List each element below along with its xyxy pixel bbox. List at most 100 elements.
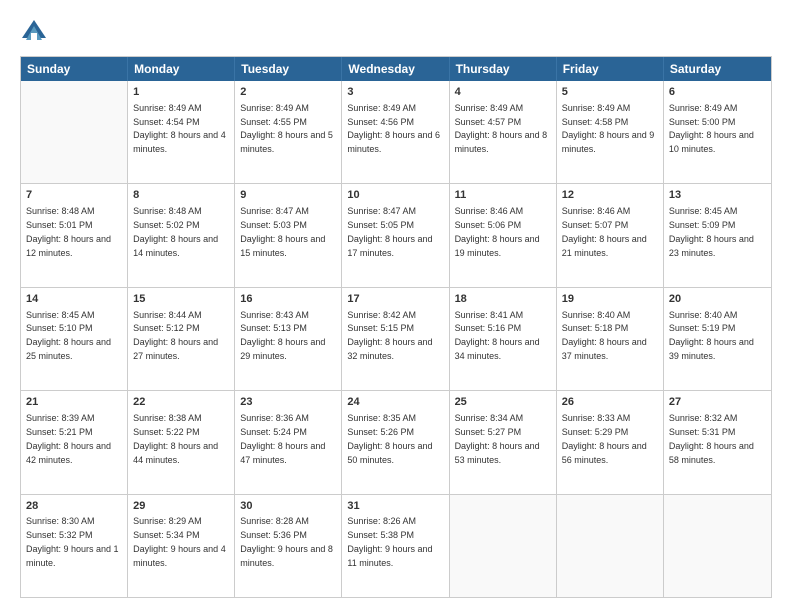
day-number: 25 [455,395,551,410]
calendar-cell: 5Sunrise: 8:49 AMSunset: 4:58 PMDaylight… [557,81,664,183]
cell-info: Sunrise: 8:48 AMSunset: 5:01 PMDaylight:… [26,206,111,257]
cell-info: Sunrise: 8:29 AMSunset: 5:34 PMDaylight:… [133,516,226,567]
day-number: 12 [562,188,658,203]
cell-info: Sunrise: 8:45 AMSunset: 5:09 PMDaylight:… [669,206,754,257]
calendar-header: SundayMondayTuesdayWednesdayThursdayFrid… [21,57,771,81]
cell-info: Sunrise: 8:49 AMSunset: 4:57 PMDaylight:… [455,103,548,154]
day-header: Sunday [21,57,128,81]
day-number: 10 [347,188,443,203]
day-number: 9 [240,188,336,203]
cell-info: Sunrise: 8:49 AMSunset: 5:00 PMDaylight:… [669,103,754,154]
day-number: 2 [240,85,336,100]
cell-info: Sunrise: 8:46 AMSunset: 5:07 PMDaylight:… [562,206,647,257]
calendar-cell: 22 Sunrise: 8:38 AMSunset: 5:22 PMDayligh… [128,391,235,493]
day-number: 27 [669,395,766,410]
calendar-cell: 1Sunrise: 8:49 AMSunset: 4:54 PMDaylight… [128,81,235,183]
cell-info: Sunrise: 8:39 AMSunset: 5:21 PMDaylight:… [26,413,111,464]
day-header: Monday [128,57,235,81]
day-number: 24 [347,395,443,410]
day-header: Saturday [664,57,771,81]
cell-info: Sunrise: 8:38 AMSunset: 5:22 PMDaylight:… [133,413,218,464]
calendar-cell [21,81,128,183]
day-number: 4 [455,85,551,100]
day-number: 20 [669,292,766,307]
cell-info: Sunrise: 8:47 AMSunset: 5:03 PMDaylight:… [240,206,325,257]
calendar-cell: 21Sunrise: 8:39 AMSunset: 5:21 PMDayligh… [21,391,128,493]
calendar-week-row: 7Sunrise: 8:48 AMSunset: 5:01 PMDaylight… [21,183,771,286]
day-header: Wednesday [342,57,449,81]
logo [20,18,52,46]
calendar-cell: 29 Sunrise: 8:29 AMSunset: 5:34 PMDayligh… [128,495,235,597]
calendar-cell: 31Sunrise: 8:26 AMSunset: 5:38 PMDayligh… [342,495,449,597]
calendar-week-row: 1Sunrise: 8:49 AMSunset: 4:54 PMDaylight… [21,81,771,183]
cell-info: Sunrise: 8:42 AMSunset: 5:15 PMDaylight:… [347,310,432,361]
calendar-cell: 23 Sunrise: 8:36 AMSunset: 5:24 PMDayligh… [235,391,342,493]
calendar-cell: 18 Sunrise: 8:41 AMSunset: 5:16 PMDayligh… [450,288,557,390]
day-number: 13 [669,188,766,203]
day-number: 18 [455,292,551,307]
day-number: 8 [133,188,229,203]
cell-info: Sunrise: 8:49 AMSunset: 4:56 PMDaylight:… [347,103,440,154]
calendar-cell [450,495,557,597]
header [20,18,772,46]
calendar-cell: 30 Sunrise: 8:28 AMSunset: 5:36 PMDayligh… [235,495,342,597]
cell-info: Sunrise: 8:30 AMSunset: 5:32 PMDaylight:… [26,516,119,567]
calendar-cell: 10 Sunrise: 8:47 AMSunset: 5:05 PMDayligh… [342,184,449,286]
day-number: 17 [347,292,443,307]
calendar-cell: 9 Sunrise: 8:47 AMSunset: 5:03 PMDaylight… [235,184,342,286]
calendar-cell: 20 Sunrise: 8:40 AMSunset: 5:19 PMDayligh… [664,288,771,390]
calendar-cell: 13 Sunrise: 8:45 AMSunset: 5:09 PMDayligh… [664,184,771,286]
cell-info: Sunrise: 8:48 AMSunset: 5:02 PMDaylight:… [133,206,218,257]
calendar-cell: 27Sunrise: 8:32 AMSunset: 5:31 PMDayligh… [664,391,771,493]
calendar-cell: 17 Sunrise: 8:42 AMSunset: 5:15 PMDayligh… [342,288,449,390]
day-number: 11 [455,188,551,203]
cell-info: Sunrise: 8:45 AMSunset: 5:10 PMDaylight:… [26,310,111,361]
calendar-week-row: 14Sunrise: 8:45 AMSunset: 5:10 PMDayligh… [21,287,771,390]
day-number: 16 [240,292,336,307]
calendar-cell: 16 Sunrise: 8:43 AMSunset: 5:13 PMDayligh… [235,288,342,390]
calendar: SundayMondayTuesdayWednesdayThursdayFrid… [20,56,772,598]
day-number: 22 [133,395,229,410]
cell-info: Sunrise: 8:26 AMSunset: 5:38 PMDaylight:… [347,516,432,567]
calendar-cell [664,495,771,597]
day-number: 19 [562,292,658,307]
cell-info: Sunrise: 8:41 AMSunset: 5:16 PMDaylight:… [455,310,540,361]
calendar-body: 1Sunrise: 8:49 AMSunset: 4:54 PMDaylight… [21,81,771,597]
cell-info: Sunrise: 8:35 AMSunset: 5:26 PMDaylight:… [347,413,432,464]
calendar-cell: 2Sunrise: 8:49 AMSunset: 4:55 PMDaylight… [235,81,342,183]
calendar-cell: 26 Sunrise: 8:33 AMSunset: 5:29 PMDayligh… [557,391,664,493]
cell-info: Sunrise: 8:28 AMSunset: 5:36 PMDaylight:… [240,516,333,567]
cell-info: Sunrise: 8:43 AMSunset: 5:13 PMDaylight:… [240,310,325,361]
cell-info: Sunrise: 8:33 AMSunset: 5:29 PMDaylight:… [562,413,647,464]
calendar-cell: 24 Sunrise: 8:35 AMSunset: 5:26 PMDayligh… [342,391,449,493]
cell-info: Sunrise: 8:44 AMSunset: 5:12 PMDaylight:… [133,310,218,361]
calendar-cell: 19 Sunrise: 8:40 AMSunset: 5:18 PMDayligh… [557,288,664,390]
calendar-cell [557,495,664,597]
day-number: 15 [133,292,229,307]
day-number: 26 [562,395,658,410]
cell-info: Sunrise: 8:40 AMSunset: 5:18 PMDaylight:… [562,310,647,361]
cell-info: Sunrise: 8:36 AMSunset: 5:24 PMDaylight:… [240,413,325,464]
calendar-cell: 6 Sunrise: 8:49 AMSunset: 5:00 PMDaylight… [664,81,771,183]
cell-info: Sunrise: 8:34 AMSunset: 5:27 PMDaylight:… [455,413,540,464]
calendar-week-row: 28Sunrise: 8:30 AMSunset: 5:32 PMDayligh… [21,494,771,597]
day-number: 6 [669,85,766,100]
logo-icon [20,18,48,46]
calendar-cell: 11Sunrise: 8:46 AMSunset: 5:06 PMDayligh… [450,184,557,286]
day-number: 30 [240,499,336,514]
calendar-cell: 14Sunrise: 8:45 AMSunset: 5:10 PMDayligh… [21,288,128,390]
calendar-cell: 28Sunrise: 8:30 AMSunset: 5:32 PMDayligh… [21,495,128,597]
calendar-cell: 8 Sunrise: 8:48 AMSunset: 5:02 PMDaylight… [128,184,235,286]
calendar-cell: 15 Sunrise: 8:44 AMSunset: 5:12 PMDayligh… [128,288,235,390]
cell-info: Sunrise: 8:47 AMSunset: 5:05 PMDaylight:… [347,206,432,257]
day-number: 29 [133,499,229,514]
calendar-cell: 12 Sunrise: 8:46 AMSunset: 5:07 PMDayligh… [557,184,664,286]
calendar-cell: 4 Sunrise: 8:49 AMSunset: 4:57 PMDaylight… [450,81,557,183]
cell-info: Sunrise: 8:40 AMSunset: 5:19 PMDaylight:… [669,310,754,361]
day-number: 3 [347,85,443,100]
day-header: Friday [557,57,664,81]
cell-info: Sunrise: 8:49 AMSunset: 4:58 PMDaylight:… [562,103,655,154]
calendar-week-row: 21Sunrise: 8:39 AMSunset: 5:21 PMDayligh… [21,390,771,493]
day-number: 23 [240,395,336,410]
calendar-cell: 3 Sunrise: 8:49 AMSunset: 4:56 PMDaylight… [342,81,449,183]
